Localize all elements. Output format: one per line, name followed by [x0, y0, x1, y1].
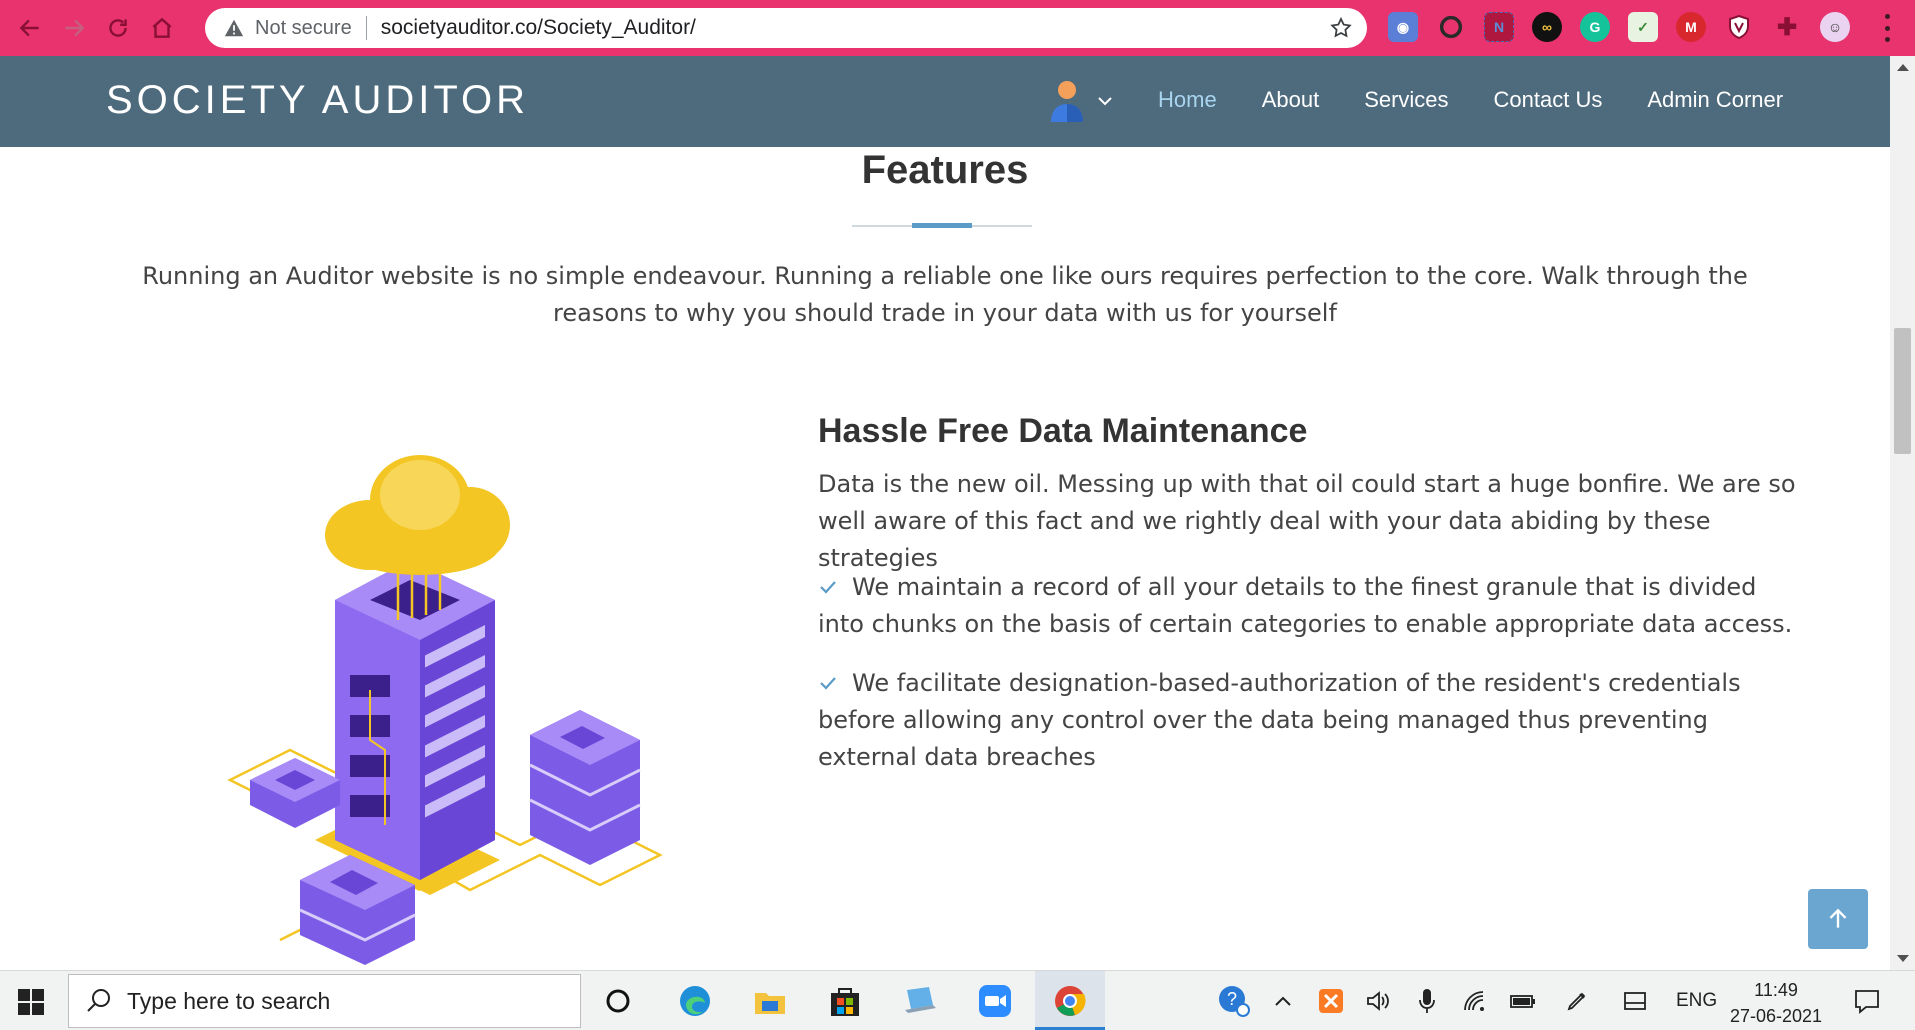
language-indicator[interactable]: ENG: [1676, 990, 1717, 1012]
forward-button[interactable]: [54, 8, 94, 48]
feature-bullet: We maintain a record of all your details…: [818, 569, 1798, 643]
volume-icon[interactable]: [1364, 983, 1394, 1019]
shield-ext-icon[interactable]: [1724, 12, 1754, 42]
system-clock[interactable]: 11:49 27-06-2021: [1726, 977, 1826, 1029]
opera-ext-icon[interactable]: [1436, 12, 1466, 42]
bookmark-star-icon[interactable]: [1329, 16, 1353, 40]
chevron-up-icon[interactable]: [1268, 983, 1298, 1019]
section-title: Features: [861, 148, 1029, 192]
title-divider-accent: [912, 223, 972, 228]
arrow-right-icon: [65, 19, 85, 37]
search-icon: [87, 989, 110, 1012]
extensions-bar: ◉ N ∞ G ✓ M ✚ ☺: [1388, 12, 1868, 42]
mega-ext-icon[interactable]: M: [1676, 12, 1706, 42]
clock-date: 27-06-2021: [1729, 1006, 1823, 1026]
store-icon[interactable]: [827, 983, 863, 1019]
reload-icon: [109, 19, 127, 37]
os-taskbar: Type here to search ? ENG 11:49 27-06-20…: [0, 970, 1915, 1030]
camera-ext-icon[interactable]: ◉: [1388, 12, 1418, 42]
profile-avatar-icon[interactable]: ☺: [1820, 12, 1850, 42]
svg-text:?: ?: [1227, 989, 1237, 1009]
omnibox-separator: [365, 16, 367, 40]
feature-title: Hassle Free Data Maintenance: [818, 412, 1308, 450]
puzzle-ext-icon[interactable]: ✚: [1772, 12, 1802, 42]
clock-time: 11:49: [1754, 980, 1798, 1000]
edge-browser-icon[interactable]: [677, 983, 713, 1019]
url-text[interactable]: societyauditor.co/Society_Auditor/: [381, 16, 696, 40]
nav-contact-us[interactable]: Contact Us: [1494, 87, 1603, 113]
site-header: SOCIETY AUDITOR Home About Services Cont…: [0, 56, 1890, 147]
nav-admin-corner[interactable]: Admin Corner: [1647, 87, 1783, 113]
brand-logo[interactable]: SOCIETY AUDITOR: [106, 78, 529, 123]
search-placeholder: Type here to search: [127, 987, 331, 1014]
feature-bullet: We facilitate designation-based-authoriz…: [818, 665, 1798, 776]
file-explorer-icon[interactable]: [752, 983, 788, 1019]
infinity-ext-icon[interactable]: ∞: [1532, 12, 1562, 42]
keyboard-icon[interactable]: [1620, 983, 1650, 1019]
pen-icon[interactable]: [1562, 983, 1592, 1019]
xampp-icon[interactable]: [1316, 983, 1346, 1019]
user-avatar-icon: [1051, 81, 1083, 122]
taskbar-search-input[interactable]: Type here to search: [68, 974, 581, 1028]
scrollbar-thumb[interactable]: [1894, 328, 1911, 454]
feature-bullet-text: We facilitate designation-based-authoriz…: [818, 669, 1741, 771]
check-icon: [820, 581, 836, 594]
feature-description: Data is the new oil. Messing up with tha…: [818, 470, 1796, 572]
zoom-app-icon[interactable]: [977, 983, 1013, 1019]
user-menu[interactable]: [1047, 78, 1115, 124]
security-label[interactable]: Not secure: [255, 17, 352, 40]
nav-services[interactable]: Services: [1364, 87, 1448, 113]
browser-menu-icon[interactable]: [1883, 14, 1891, 42]
cortana-icon[interactable]: [600, 983, 636, 1019]
main-nav: Home About Services Contact Us Admin Cor…: [1158, 87, 1828, 113]
feature-bullet-text: We maintain a record of all your details…: [818, 573, 1793, 638]
wifi-icon[interactable]: [1460, 983, 1490, 1019]
features-intro: Running an Auditor website is no simple …: [142, 262, 1748, 327]
address-bar[interactable]: Not secure societyauditor.co/Society_Aud…: [205, 8, 1367, 48]
windows-start-icon[interactable]: [18, 989, 44, 1015]
arrow-up-icon: [1829, 908, 1847, 928]
page-scrollbar[interactable]: [1890, 56, 1915, 970]
notion-ext-icon[interactable]: N: [1484, 12, 1514, 42]
help-icon[interactable]: ?: [1216, 983, 1252, 1019]
notification-center-icon[interactable]: [1852, 986, 1882, 1016]
checklist-ext-icon[interactable]: ✓: [1628, 12, 1658, 42]
warning-icon: [224, 19, 244, 37]
browser-toolbar: Not secure societyauditor.co/Society_Aud…: [0, 0, 1915, 56]
laptop-app-icon[interactable]: [902, 983, 938, 1019]
grammarly-ext-icon[interactable]: G: [1580, 12, 1610, 42]
check-icon: [820, 677, 836, 690]
back-button[interactable]: [10, 8, 50, 48]
home-button[interactable]: [142, 8, 182, 48]
scroll-up-arrow-icon[interactable]: [1897, 64, 1909, 71]
scroll-down-arrow-icon[interactable]: [1897, 955, 1909, 962]
microphone-icon[interactable]: [1412, 983, 1442, 1019]
back-to-top-button[interactable]: [1808, 889, 1868, 949]
battery-icon[interactable]: [1508, 983, 1538, 1019]
nav-home[interactable]: Home: [1158, 87, 1217, 113]
chevron-down-icon: [1098, 97, 1112, 106]
chrome-app-icon[interactable]: [1052, 983, 1088, 1019]
home-icon: [152, 17, 172, 38]
server-cloud-illustration: [227, 455, 663, 965]
nav-about[interactable]: About: [1262, 87, 1320, 113]
reload-button[interactable]: [98, 8, 138, 48]
arrow-left-icon: [19, 19, 39, 37]
